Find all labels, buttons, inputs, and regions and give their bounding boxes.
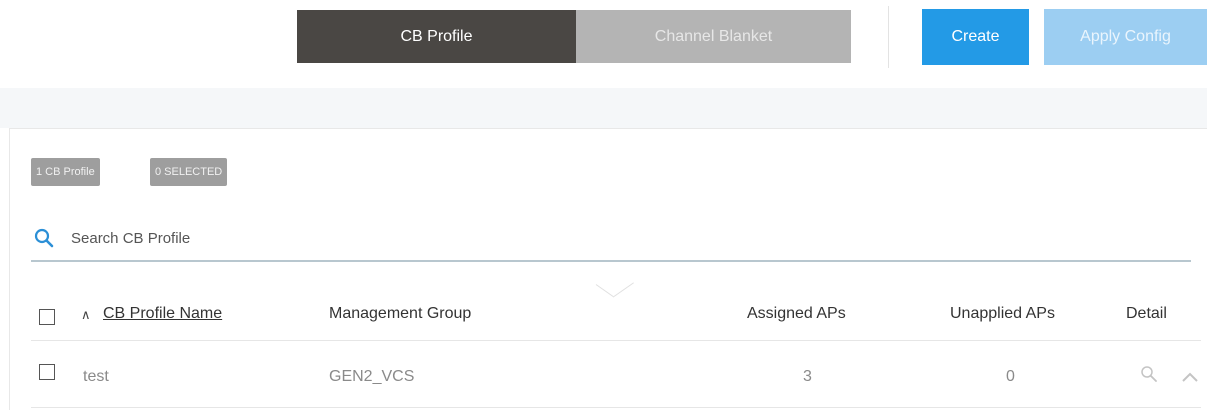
create-button[interactable]: Create — [922, 9, 1029, 65]
column-header-assigned-aps[interactable]: Assigned APs — [747, 305, 846, 323]
top-toolbar: CB Profile Channel Blanket Create Apply … — [0, 0, 1207, 88]
row-separator — [31, 407, 1201, 408]
cell-assigned-aps: 3 — [803, 368, 812, 385]
cell-unapplied-aps: 0 — [1006, 368, 1015, 385]
cell-management-group: GEN2_VCS — [329, 368, 415, 385]
header-separator — [31, 340, 1201, 341]
column-header-detail: Detail — [1126, 305, 1167, 322]
search-input[interactable] — [71, 226, 471, 250]
chevron-up-icon[interactable] — [1181, 370, 1199, 384]
sort-ascending-icon[interactable]: ∧ — [81, 307, 91, 323]
column-header-management-group[interactable]: Management Group — [329, 305, 471, 323]
apply-config-button[interactable]: Apply Config — [1044, 9, 1207, 65]
column-header-unapplied-aps[interactable]: Unapplied APs — [950, 305, 1055, 323]
search-underline — [31, 260, 1191, 262]
column-header-cb-profile-name[interactable]: CB Profile Name — [103, 305, 222, 323]
selected-count-badge: 0 SELECTED — [150, 158, 228, 186]
search-icon — [34, 228, 54, 248]
select-all-checkbox[interactable] — [39, 309, 55, 325]
toolbar-spacer-band — [0, 88, 1207, 128]
row-checkbox[interactable] — [39, 364, 55, 380]
profile-count-badge: 1 CB Profile — [31, 158, 100, 186]
toolbar-divider — [888, 6, 889, 68]
tab-cb-profile[interactable]: CB Profile — [297, 10, 576, 63]
tab-channel-blanket[interactable]: Channel Blanket — [576, 10, 851, 63]
cell-profile-name[interactable]: test — [83, 368, 109, 386]
magnifier-icon[interactable] — [1140, 365, 1158, 383]
